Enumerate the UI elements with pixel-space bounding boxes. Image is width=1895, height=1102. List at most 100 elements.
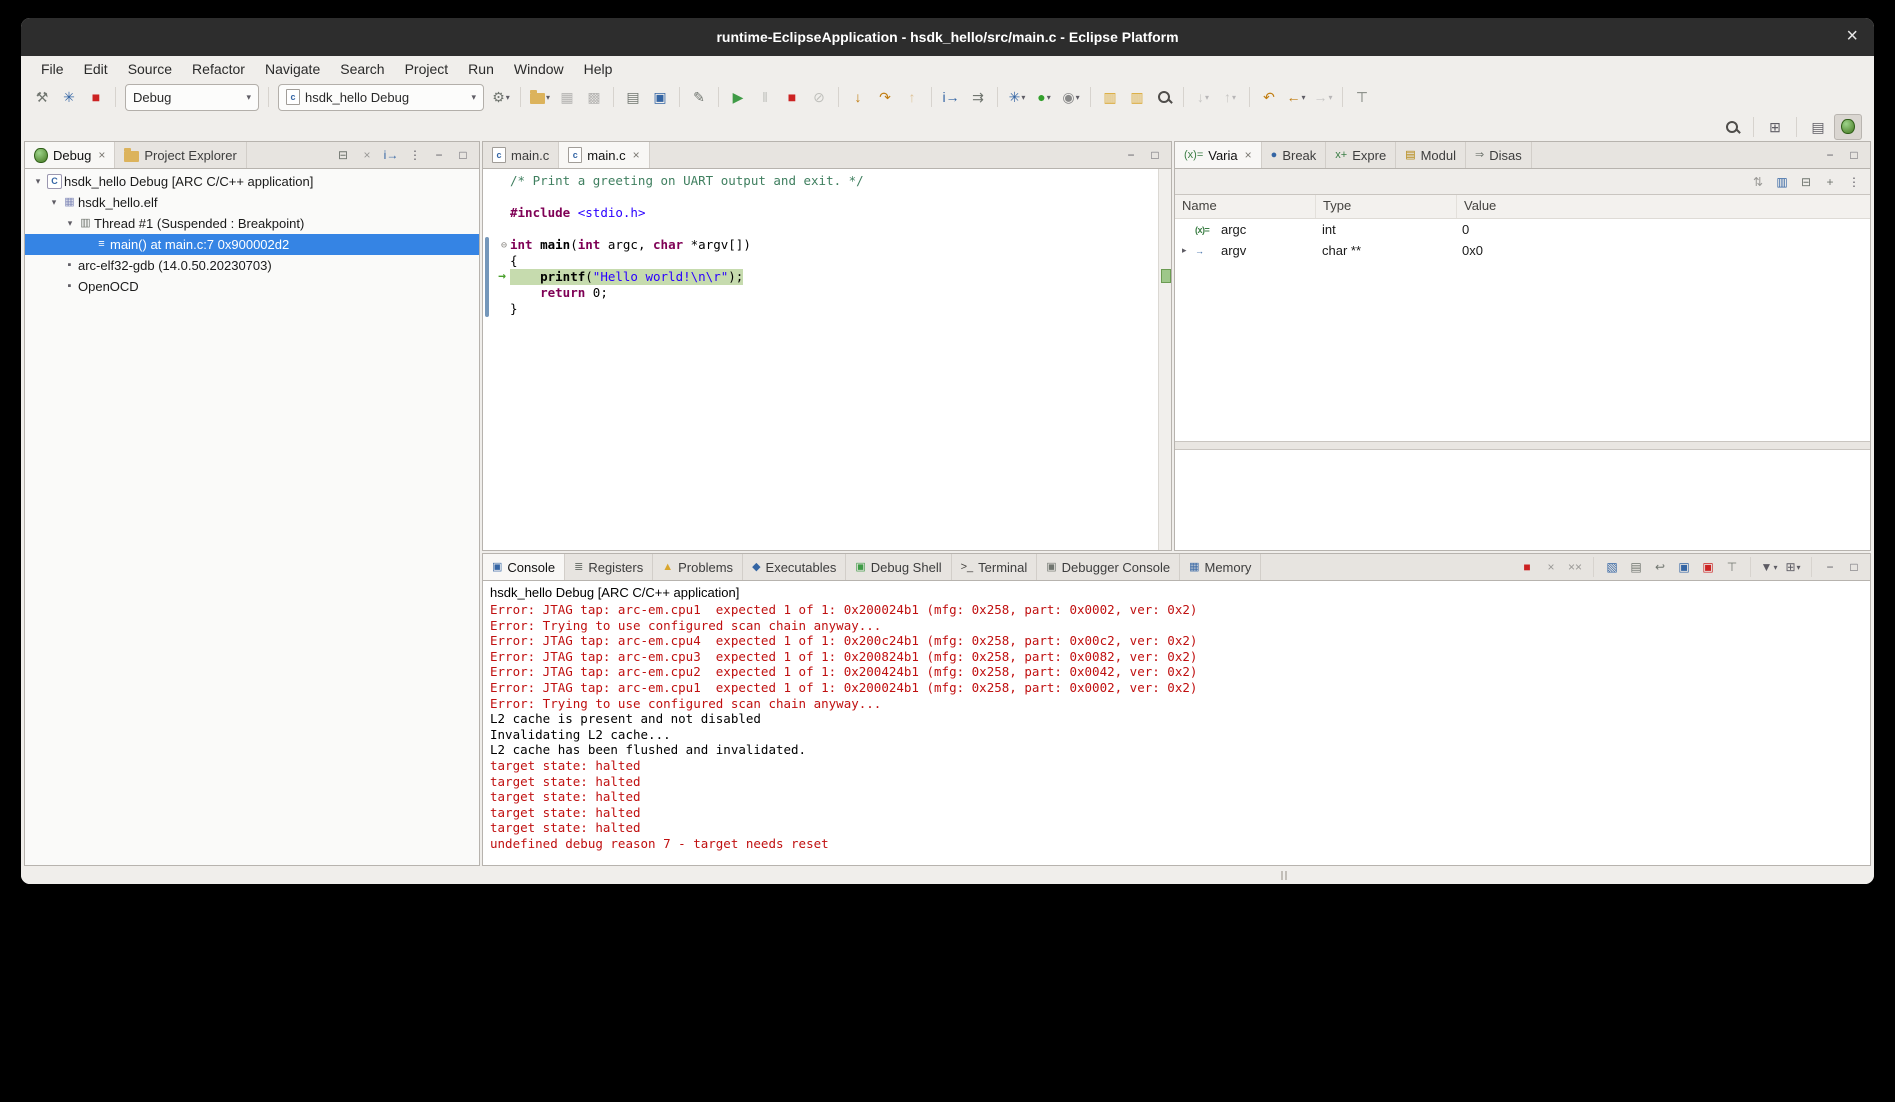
variable-row[interactable]: (x)=argcint0 [1175,219,1870,240]
vars-tab-modul[interactable]: ▤Modul [1396,142,1466,168]
instruction-stepping-button[interactable]: i→ [380,145,402,165]
step-return-button[interactable]: ↑ [899,85,925,109]
open-task-button[interactable]: ▥ [1124,85,1150,109]
minimize-button[interactable]: − [1120,145,1142,165]
next-annotation-button[interactable]: ↓▾ [1190,85,1216,109]
open-console-view-button[interactable]: ▣ [647,85,673,109]
debug-view-tab-project-explorer[interactable]: Project Explorer [115,142,246,168]
pin-console-button[interactable]: ⊤ [1721,557,1743,577]
vars-tab-disas[interactable]: ⇒Disas [1466,142,1532,168]
open-console-button[interactable]: ⊞▾ [1782,557,1804,577]
maximize-button[interactable]: □ [1144,145,1166,165]
remove-all-launches-button[interactable]: ×× [1564,557,1586,577]
forward-button[interactable]: →▾ [1310,85,1336,109]
new-watch-expression-button[interactable]: + [1819,172,1841,192]
launch-config-combo[interactable]: chsdk_hello Debug▾ [278,84,484,111]
search-button[interactable] [1719,115,1745,139]
show-logical-structures-button[interactable]: ⇅ [1747,172,1769,192]
close-window-button[interactable]: × [1846,24,1858,48]
menu-help[interactable]: Help [574,58,623,80]
last-edit-location-button[interactable]: ↶ [1256,85,1282,109]
debug-tree-row[interactable]: ≡main() at main.c:7 0x900002d2 [25,234,479,255]
variables-sash[interactable] [1175,441,1870,450]
view-menu-button[interactable]: ⋮ [404,145,426,165]
expander-icon[interactable]: ▾ [63,218,77,229]
c-cpp-tools-button[interactable]: ⚒ [29,85,55,109]
expander-icon[interactable]: ▾ [31,176,45,187]
titlebar[interactable]: runtime-EclipseApplication - hsdk_hello/… [21,18,1874,56]
console-tab-debug-shell[interactable]: ▣Debug Shell [846,554,951,580]
step-into-button[interactable]: ↓ [845,85,871,109]
menu-source[interactable]: Source [118,58,182,80]
stop-launch-button[interactable]: ■ [83,85,109,109]
column-header-name[interactable]: Name [1175,195,1316,218]
open-perspective-button[interactable]: ⊞ [1762,115,1788,139]
new-wizard-button[interactable]: ▾ [527,85,553,109]
status-grip[interactable] [1281,871,1283,880]
instruction-stepping-mode-button[interactable]: i→ [938,85,964,109]
debug-perspective-button[interactable] [1834,114,1862,140]
minimize-button[interactable]: − [428,145,450,165]
fold-icon[interactable]: ⊖ [501,238,507,254]
expander-icon[interactable]: ▾ [47,197,61,208]
editor-tab-main-c[interactable]: cmain.c [483,142,559,168]
console-tab-memory[interactable]: ▦Memory [1180,554,1261,580]
previous-annotation-button[interactable]: ↑▾ [1217,85,1243,109]
column-header-type[interactable]: Type [1316,195,1457,218]
maximize-button[interactable]: □ [1843,145,1865,165]
maximize-button[interactable]: □ [452,145,474,165]
back-button[interactable]: ←▾ [1283,85,1309,109]
binary-view-button[interactable]: ▤ [620,85,646,109]
close-icon[interactable]: × [633,148,640,162]
step-over-button[interactable]: ↷ [872,85,898,109]
menu-file[interactable]: File [31,58,74,80]
editor-tab-main-c[interactable]: cmain.c× [559,142,649,168]
remove-launch-button[interactable]: × [1540,557,1562,577]
scroll-lock-button[interactable]: ▤ [1625,557,1647,577]
menu-navigate[interactable]: Navigate [255,58,330,80]
vars-tab-expre[interactable]: x+Expre [1326,142,1396,168]
menu-refactor[interactable]: Refactor [182,58,255,80]
menu-search[interactable]: Search [330,58,394,80]
debug-tree-row[interactable]: ▾▦hsdk_hello.elf [25,192,479,213]
clear-console-button[interactable]: ▧ [1601,557,1623,577]
menu-project[interactable]: Project [395,58,459,80]
variable-row[interactable]: ▸→argvchar **0x0 [1175,240,1870,261]
menu-edit[interactable]: Edit [74,58,118,80]
pin-editor-button[interactable]: ⊤ [1349,85,1375,109]
editor-body[interactable]: /* Print a greeting on UART output and e… [483,169,1171,550]
word-wrap-button[interactable]: ↩ [1649,557,1671,577]
terminate-button[interactable]: ■ [1516,557,1538,577]
console-tab-executables[interactable]: ◆Executables [743,554,846,580]
debug-mode-combo[interactable]: Debug▾ [125,84,259,111]
collapse-all-button[interactable]: ⊟ [332,145,354,165]
close-icon[interactable]: × [98,148,105,162]
resume-button[interactable]: ▶ [725,85,751,109]
column-header-value[interactable]: Value [1457,195,1870,218]
console-body[interactable]: hsdk_hello Debug [ARC C/C++ application]… [483,581,1870,865]
view-menu-button[interactable]: ⋮ [1843,172,1865,192]
show-columns-button[interactable]: ▥ [1771,172,1793,192]
debug-tree-row[interactable]: ▪OpenOCD [25,276,479,297]
debug-tree-row[interactable]: ▪arc-elf32-gdb (14.0.50.20230703) [25,255,479,276]
debug-tree-row[interactable]: ▾▥Thread #1 (Suspended : Breakpoint) [25,213,479,234]
debug-tree-row[interactable]: ▾Chsdk_hello Debug [ARC C/C++ applicatio… [25,171,479,192]
minimize-button[interactable]: − [1819,557,1841,577]
open-type-button[interactable]: ▥ [1097,85,1123,109]
show-on-stderr-button[interactable]: ▣ [1697,557,1719,577]
launch-settings-button[interactable]: ⚙▾ [488,85,514,109]
vars-tab-varia[interactable]: (x)=Varia× [1175,142,1262,168]
c-cpp-perspective-button[interactable]: ▤ [1805,115,1831,139]
coverage-history-button[interactable]: ◉▾ [1058,85,1084,109]
console-tab-registers[interactable]: ≣Registers [565,554,653,580]
remove-all-terminated-button[interactable]: × [356,145,378,165]
variables-detail-pane[interactable] [1175,450,1870,550]
menu-run[interactable]: Run [458,58,504,80]
menu-window[interactable]: Window [504,58,574,80]
close-icon[interactable]: × [1245,148,1252,162]
console-tab-console[interactable]: ▣Console [483,554,565,580]
disconnect-button[interactable]: ⊘ [806,85,832,109]
expander-icon[interactable]: ▸ [1182,245,1195,256]
display-selected-console-button[interactable]: ▼▾ [1758,557,1780,577]
maximize-button[interactable]: □ [1843,557,1865,577]
